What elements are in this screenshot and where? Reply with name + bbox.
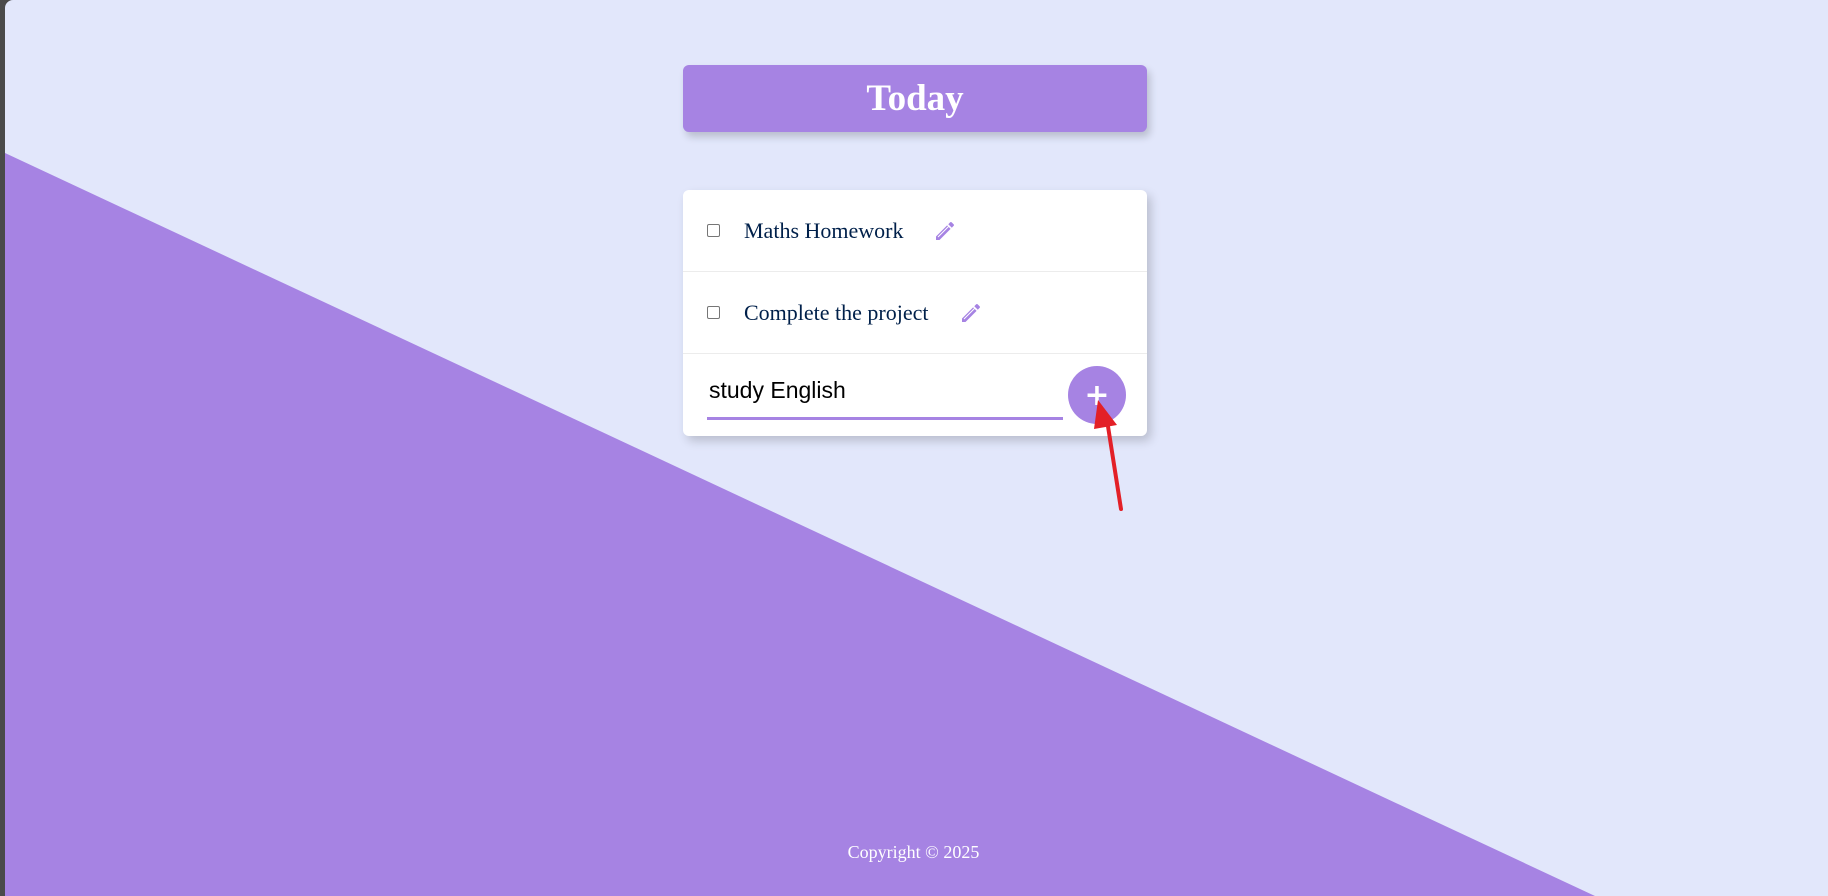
add-button[interactable]: +: [1068, 366, 1126, 424]
copyright-footer: Copyright © 2025: [847, 842, 980, 862]
heading-box: Today: [683, 65, 1147, 132]
todo-item-label: Maths Homework: [744, 217, 904, 243]
todo-card: Maths Homework Complete the project stud…: [683, 190, 1147, 436]
todo-item: Complete the project: [683, 272, 1147, 354]
todo-item-label: Complete the project: [744, 299, 929, 325]
app-viewport: Today Maths Homework Complete the projec…: [5, 0, 1828, 896]
page-title: Today: [866, 78, 964, 119]
todo-item: Maths Homework: [683, 190, 1147, 272]
new-item-form: +: [683, 354, 1147, 436]
pencil-icon[interactable]: [959, 301, 983, 325]
pencil-icon[interactable]: [933, 219, 957, 243]
todo-checkbox[interactable]: [707, 224, 720, 237]
background: [5, 0, 1828, 896]
todo-checkbox[interactable]: [707, 306, 720, 319]
new-item-input[interactable]: [707, 364, 1063, 420]
